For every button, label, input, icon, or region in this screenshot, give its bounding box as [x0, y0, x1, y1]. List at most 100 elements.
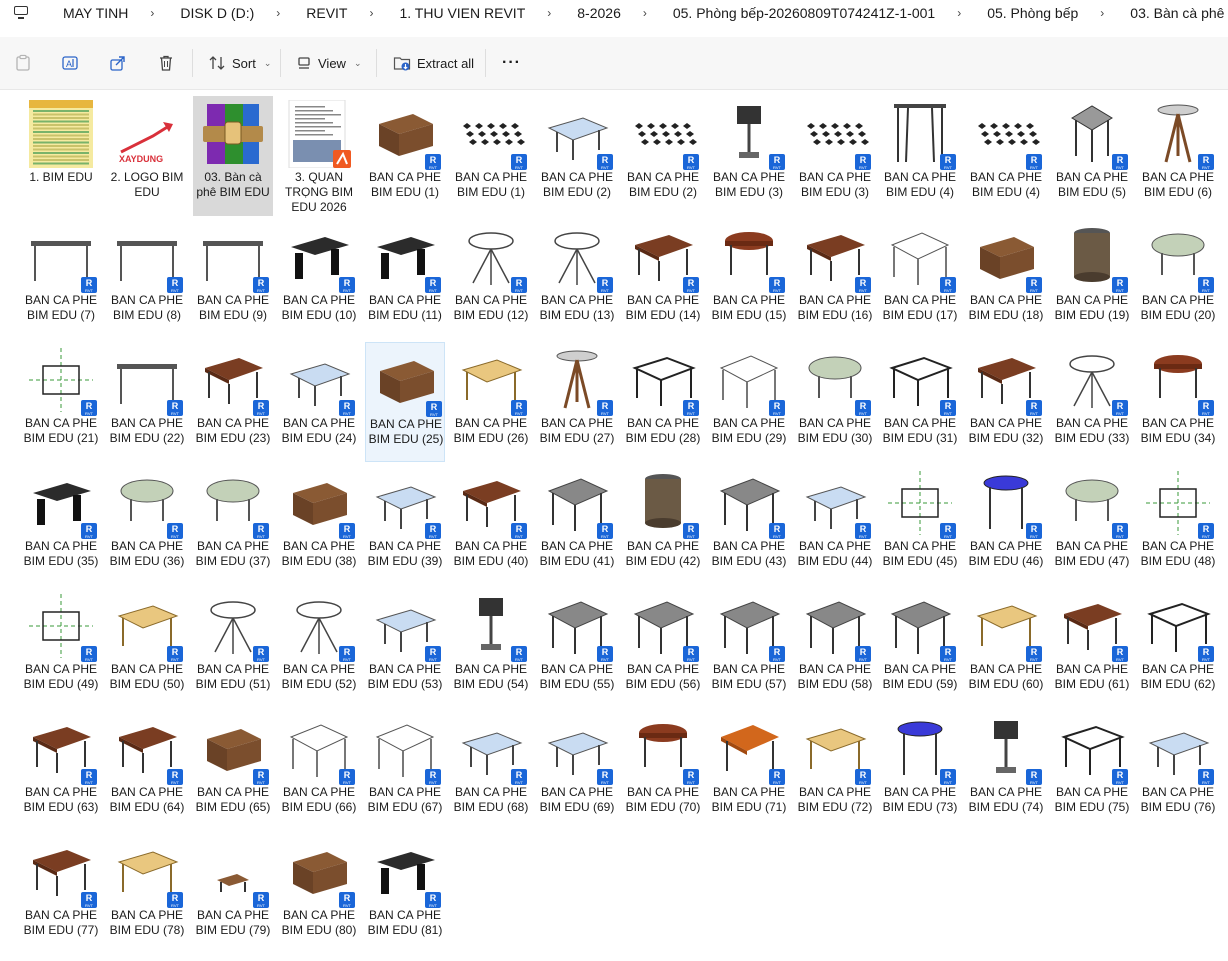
file-item-rvt[interactable]: R RVT BAN CA PHE BIM EDU (60)	[966, 588, 1046, 708]
file-item-rvt[interactable]: R RVT BAN CA PHE BIM EDU (79)	[193, 834, 273, 954]
file-item-rvt[interactable]: R RVT BAN CA PHE BIM EDU (76)	[1138, 711, 1218, 831]
file-item-rvt[interactable]: R RVT BAN CA PHE BIM EDU (80)	[279, 834, 359, 954]
file-item-rvt[interactable]: R RVT BAN CA PHE BIM EDU (44)	[795, 465, 875, 585]
file-item-rvt[interactable]: R RVT BAN CA PHE BIM EDU (48)	[1138, 465, 1218, 585]
file-item-rvt[interactable]: R RVT BAN CA PHE BIM EDU (59)	[880, 588, 960, 708]
file-item-rvt[interactable]: R RVT BAN CA PHE BIM EDU (72)	[795, 711, 875, 831]
view-button[interactable]: View ⌄	[296, 51, 362, 75]
file-item-rvt[interactable]: R RVT BAN CA PHE BIM EDU (21)	[21, 342, 101, 462]
file-item-rvt[interactable]: R RVT BAN CA PHE BIM EDU (45)	[880, 465, 960, 585]
file-item-rvt[interactable]: R RVT BAN CA PHE BIM EDU (37)	[193, 465, 273, 585]
file-item-rvt[interactable]: R RVT BAN CA PHE BIM EDU (19)	[1052, 219, 1132, 339]
file-item-rvt[interactable]: R RVT BAN CA PHE BIM EDU (77)	[21, 834, 101, 954]
file-item-rvt[interactable]: R RVT BAN CA PHE BIM EDU (52)	[279, 588, 359, 708]
file-item-rvt[interactable]: R RVT BAN CA PHE BIM EDU (33)	[1052, 342, 1132, 462]
file-item-rvt[interactable]: R RVT BAN CA PHE BIM EDU (41)	[537, 465, 617, 585]
file-item-rvt[interactable]: R RVT BAN CA PHE BIM EDU (81)	[365, 834, 445, 954]
file-item-rvt[interactable]: R RVT BAN CA PHE BIM EDU (14)	[623, 219, 703, 339]
file-item-rvt[interactable]: R RVT BAN CA PHE BIM EDU (71)	[709, 711, 789, 831]
file-item-rvt[interactable]: R RVT BAN CA PHE BIM EDU (39)	[365, 465, 445, 585]
file-item-rvt[interactable]: R RVT BAN CA PHE BIM EDU (34)	[1138, 342, 1218, 462]
file-item-rvt[interactable]: R RVT BAN CA PHE BIM EDU (3)	[709, 96, 789, 216]
file-item-rvt[interactable]: R RVT BAN CA PHE BIM EDU (10)	[279, 219, 359, 339]
file-item[interactable]: 3. QUAN TRỌNG BIM EDU 2026	[279, 96, 359, 216]
file-item-rvt[interactable]: R RVT BAN CA PHE BIM EDU (69)	[537, 711, 617, 831]
file-item-rvt[interactable]: R RVT BAN CA PHE BIM EDU (74)	[966, 711, 1046, 831]
file-item-rvt[interactable]: R RVT BAN CA PHE BIM EDU (15)	[709, 219, 789, 339]
file-item-rvt[interactable]: R RVT BAN CA PHE BIM EDU (6)	[1138, 96, 1218, 216]
breadcrumb-item[interactable]: DISK D (D:)	[180, 5, 254, 21]
file-item-rvt[interactable]: R RVT BAN CA PHE BIM EDU (58)	[795, 588, 875, 708]
file-item-rvt[interactable]: R RVT BAN CA PHE BIM EDU (4)	[880, 96, 960, 216]
file-item-rvt[interactable]: R RVT BAN CA PHE BIM EDU (27)	[537, 342, 617, 462]
file-item-rvt[interactable]: R RVT BAN CA PHE BIM EDU (46)	[966, 465, 1046, 585]
file-item-rvt[interactable]: R RVT BAN CA PHE BIM EDU (47)	[1052, 465, 1132, 585]
file-item-rvt[interactable]: R RVT BAN CA PHE BIM EDU (51)	[193, 588, 273, 708]
file-item-rvt[interactable]: R RVT BAN CA PHE BIM EDU (26)	[451, 342, 531, 462]
file-item-rvt[interactable]: R RVT BAN CA PHE BIM EDU (1)	[365, 96, 445, 216]
file-item-rvt[interactable]: R RVT BAN CA PHE BIM EDU (75)	[1052, 711, 1132, 831]
file-item-rvt[interactable]: R RVT BAN CA PHE BIM EDU (5)	[1052, 96, 1132, 216]
file-item[interactable]: XAYDUNG 2. LOGO BIM EDU	[107, 96, 187, 216]
file-item-rvt[interactable]: R RVT BAN CA PHE BIM EDU (66)	[279, 711, 359, 831]
file-item-rvt[interactable]: R RVT BAN CA PHE BIM EDU (40)	[451, 465, 531, 585]
breadcrumb-item[interactable]: 03. Bàn cà phê	[1130, 5, 1224, 21]
file-item-rvt[interactable]: R RVT BAN CA PHE BIM EDU (57)	[709, 588, 789, 708]
file-item-rvt[interactable]: R RVT BAN CA PHE BIM EDU (13)	[537, 219, 617, 339]
file-item-rvt[interactable]: R RVT BAN CA PHE BIM EDU (42)	[623, 465, 703, 585]
file-item-rvt[interactable]: R RVT BAN CA PHE BIM EDU (49)	[21, 588, 101, 708]
file-item-rvt[interactable]: R RVT BAN CA PHE BIM EDU (56)	[623, 588, 703, 708]
file-item-rvt[interactable]: R RVT BAN CA PHE BIM EDU (35)	[21, 465, 101, 585]
file-item-rvt[interactable]: R RVT BAN CA PHE BIM EDU (18)	[966, 219, 1046, 339]
file-item-rvt[interactable]: R RVT BAN CA PHE BIM EDU (32)	[966, 342, 1046, 462]
file-item-rvt[interactable]: R RVT BAN CA PHE BIM EDU (7)	[21, 219, 101, 339]
file-item-rvt[interactable]: R RVT BAN CA PHE BIM EDU (38)	[279, 465, 359, 585]
file-item-rvt[interactable]: R RVT BAN CA PHE BIM EDU (30)	[795, 342, 875, 462]
file-item-rvt[interactable]: R RVT BAN CA PHE BIM EDU (43)	[709, 465, 789, 585]
file-item-rvt[interactable]: R RVT BAN CA PHE BIM EDU (12)	[451, 219, 531, 339]
file-item-rvt[interactable]: R RVT BAN CA PHE BIM EDU (9)	[193, 219, 273, 339]
file-item-rvt[interactable]: R RVT BAN CA PHE BIM EDU (54)	[451, 588, 531, 708]
file-item-rvt[interactable]: R RVT BAN CA PHE BIM EDU (62)	[1138, 588, 1218, 708]
file-item-rvt[interactable]: R RVT BAN CA PHE BIM EDU (65)	[193, 711, 273, 831]
rename-icon[interactable]: A	[58, 51, 82, 75]
file-item-rvt[interactable]: R RVT BAN CA PHE BIM EDU (31)	[880, 342, 960, 462]
file-item-rvt[interactable]: R RVT BAN CA PHE BIM EDU (68)	[451, 711, 531, 831]
file-item-rvt[interactable]: R RVT BAN CA PHE BIM EDU (63)	[21, 711, 101, 831]
breadcrumb-item[interactable]: 05. Phòng bếp	[987, 5, 1078, 21]
file-item-rvt[interactable]: R RVT BAN CA PHE BIM EDU (73)	[880, 711, 960, 831]
breadcrumb-item[interactable]: REVIT	[306, 5, 347, 21]
more-options-button[interactable]: ···	[502, 51, 521, 75]
file-item-rvt[interactable]: R RVT BAN CA PHE BIM EDU (11)	[365, 219, 445, 339]
file-item-rvt[interactable]: R RVT BAN CA PHE BIM EDU (2)	[623, 96, 703, 216]
file-item-rvt[interactable]: R RVT BAN CA PHE BIM EDU (4)	[966, 96, 1046, 216]
file-item-rvt[interactable]: R RVT BAN CA PHE BIM EDU (55)	[537, 588, 617, 708]
file-item-rvt[interactable]: R RVT BAN CA PHE BIM EDU (67)	[365, 711, 445, 831]
file-item-rvt[interactable]: R RVT BAN CA PHE BIM EDU (20)	[1138, 219, 1218, 339]
breadcrumb-item[interactable]: 8-2026	[577, 5, 621, 21]
file-item-rvt[interactable]: R RVT BAN CA PHE BIM EDU (25)	[365, 342, 445, 462]
file-item-rvt[interactable]: R RVT BAN CA PHE BIM EDU (24)	[279, 342, 359, 462]
file-item-rvt[interactable]: R RVT BAN CA PHE BIM EDU (61)	[1052, 588, 1132, 708]
file-item-rvt[interactable]: R RVT BAN CA PHE BIM EDU (23)	[193, 342, 273, 462]
delete-icon[interactable]	[154, 51, 178, 75]
file-item-rvt[interactable]: R RVT BAN CA PHE BIM EDU (16)	[795, 219, 875, 339]
file-item[interactable]: 1. BIM EDU	[21, 96, 101, 216]
file-item-rvt[interactable]: R RVT BAN CA PHE BIM EDU (28)	[623, 342, 703, 462]
file-item-rvt[interactable]: R RVT BAN CA PHE BIM EDU (36)	[107, 465, 187, 585]
file-item-rvt[interactable]: R RVT BAN CA PHE BIM EDU (8)	[107, 219, 187, 339]
breadcrumb-item[interactable]: 05. Phòng bếp-20260809T074241Z-1-001	[673, 5, 935, 21]
file-item-rvt[interactable]: R RVT BAN CA PHE BIM EDU (2)	[537, 96, 617, 216]
file-item-rvt[interactable]: R RVT BAN CA PHE BIM EDU (53)	[365, 588, 445, 708]
file-item-rvt[interactable]: R RVT BAN CA PHE BIM EDU (22)	[107, 342, 187, 462]
file-item-rvt[interactable]: R RVT BAN CA PHE BIM EDU (1)	[451, 96, 531, 216]
breadcrumb-item[interactable]: MAY TINH	[63, 5, 128, 21]
breadcrumb-item[interactable]: 1. THU VIEN REVIT	[399, 5, 525, 21]
file-item-rvt[interactable]: R RVT BAN CA PHE BIM EDU (50)	[107, 588, 187, 708]
file-item-rvt[interactable]: R RVT BAN CA PHE BIM EDU (17)	[880, 219, 960, 339]
computer-icon[interactable]	[13, 6, 31, 20]
extract-all-button[interactable]: Extract all	[393, 51, 474, 75]
file-item[interactable]: 03. Bàn cà phê BIM EDU	[193, 96, 273, 216]
file-item-rvt[interactable]: R RVT BAN CA PHE BIM EDU (3)	[795, 96, 875, 216]
file-item-rvt[interactable]: R RVT BAN CA PHE BIM EDU (64)	[107, 711, 187, 831]
